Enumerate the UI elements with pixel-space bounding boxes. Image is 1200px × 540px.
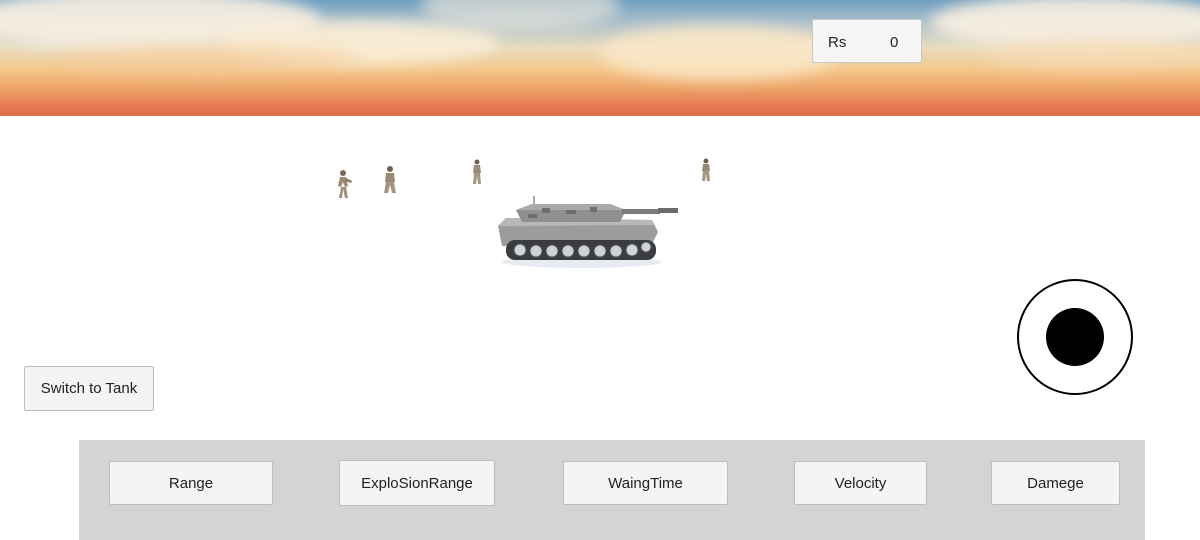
enemy-soldier[interactable] [469, 158, 485, 186]
money-value: 0 [890, 34, 899, 51]
enemy-soldier[interactable] [698, 157, 714, 183]
player-tank[interactable] [492, 192, 682, 272]
joystick-knob[interactable] [1046, 308, 1104, 366]
money-panel: Rs 0 [812, 19, 922, 63]
enemy-soldier[interactable] [333, 168, 355, 200]
currency-label: Rs [828, 34, 847, 51]
game-viewport[interactable]: Rs 0 Switch to Tank Range ExploSionRange… [0, 0, 1200, 540]
velocity-button[interactable]: Velocity [794, 461, 927, 505]
damage-button[interactable]: Damege [991, 461, 1120, 505]
enemy-soldier[interactable] [380, 165, 400, 195]
range-button[interactable]: Range [109, 461, 273, 505]
explosion-range-button[interactable]: ExploSionRange [339, 460, 495, 506]
sky-background [0, 0, 1200, 118]
waiting-time-button[interactable]: WaingTime [563, 461, 728, 505]
joystick[interactable] [1017, 279, 1133, 395]
upgrade-panel: Range ExploSionRange WaingTime Velocity … [79, 440, 1145, 540]
switch-to-tank-button[interactable]: Switch to Tank [24, 366, 154, 411]
